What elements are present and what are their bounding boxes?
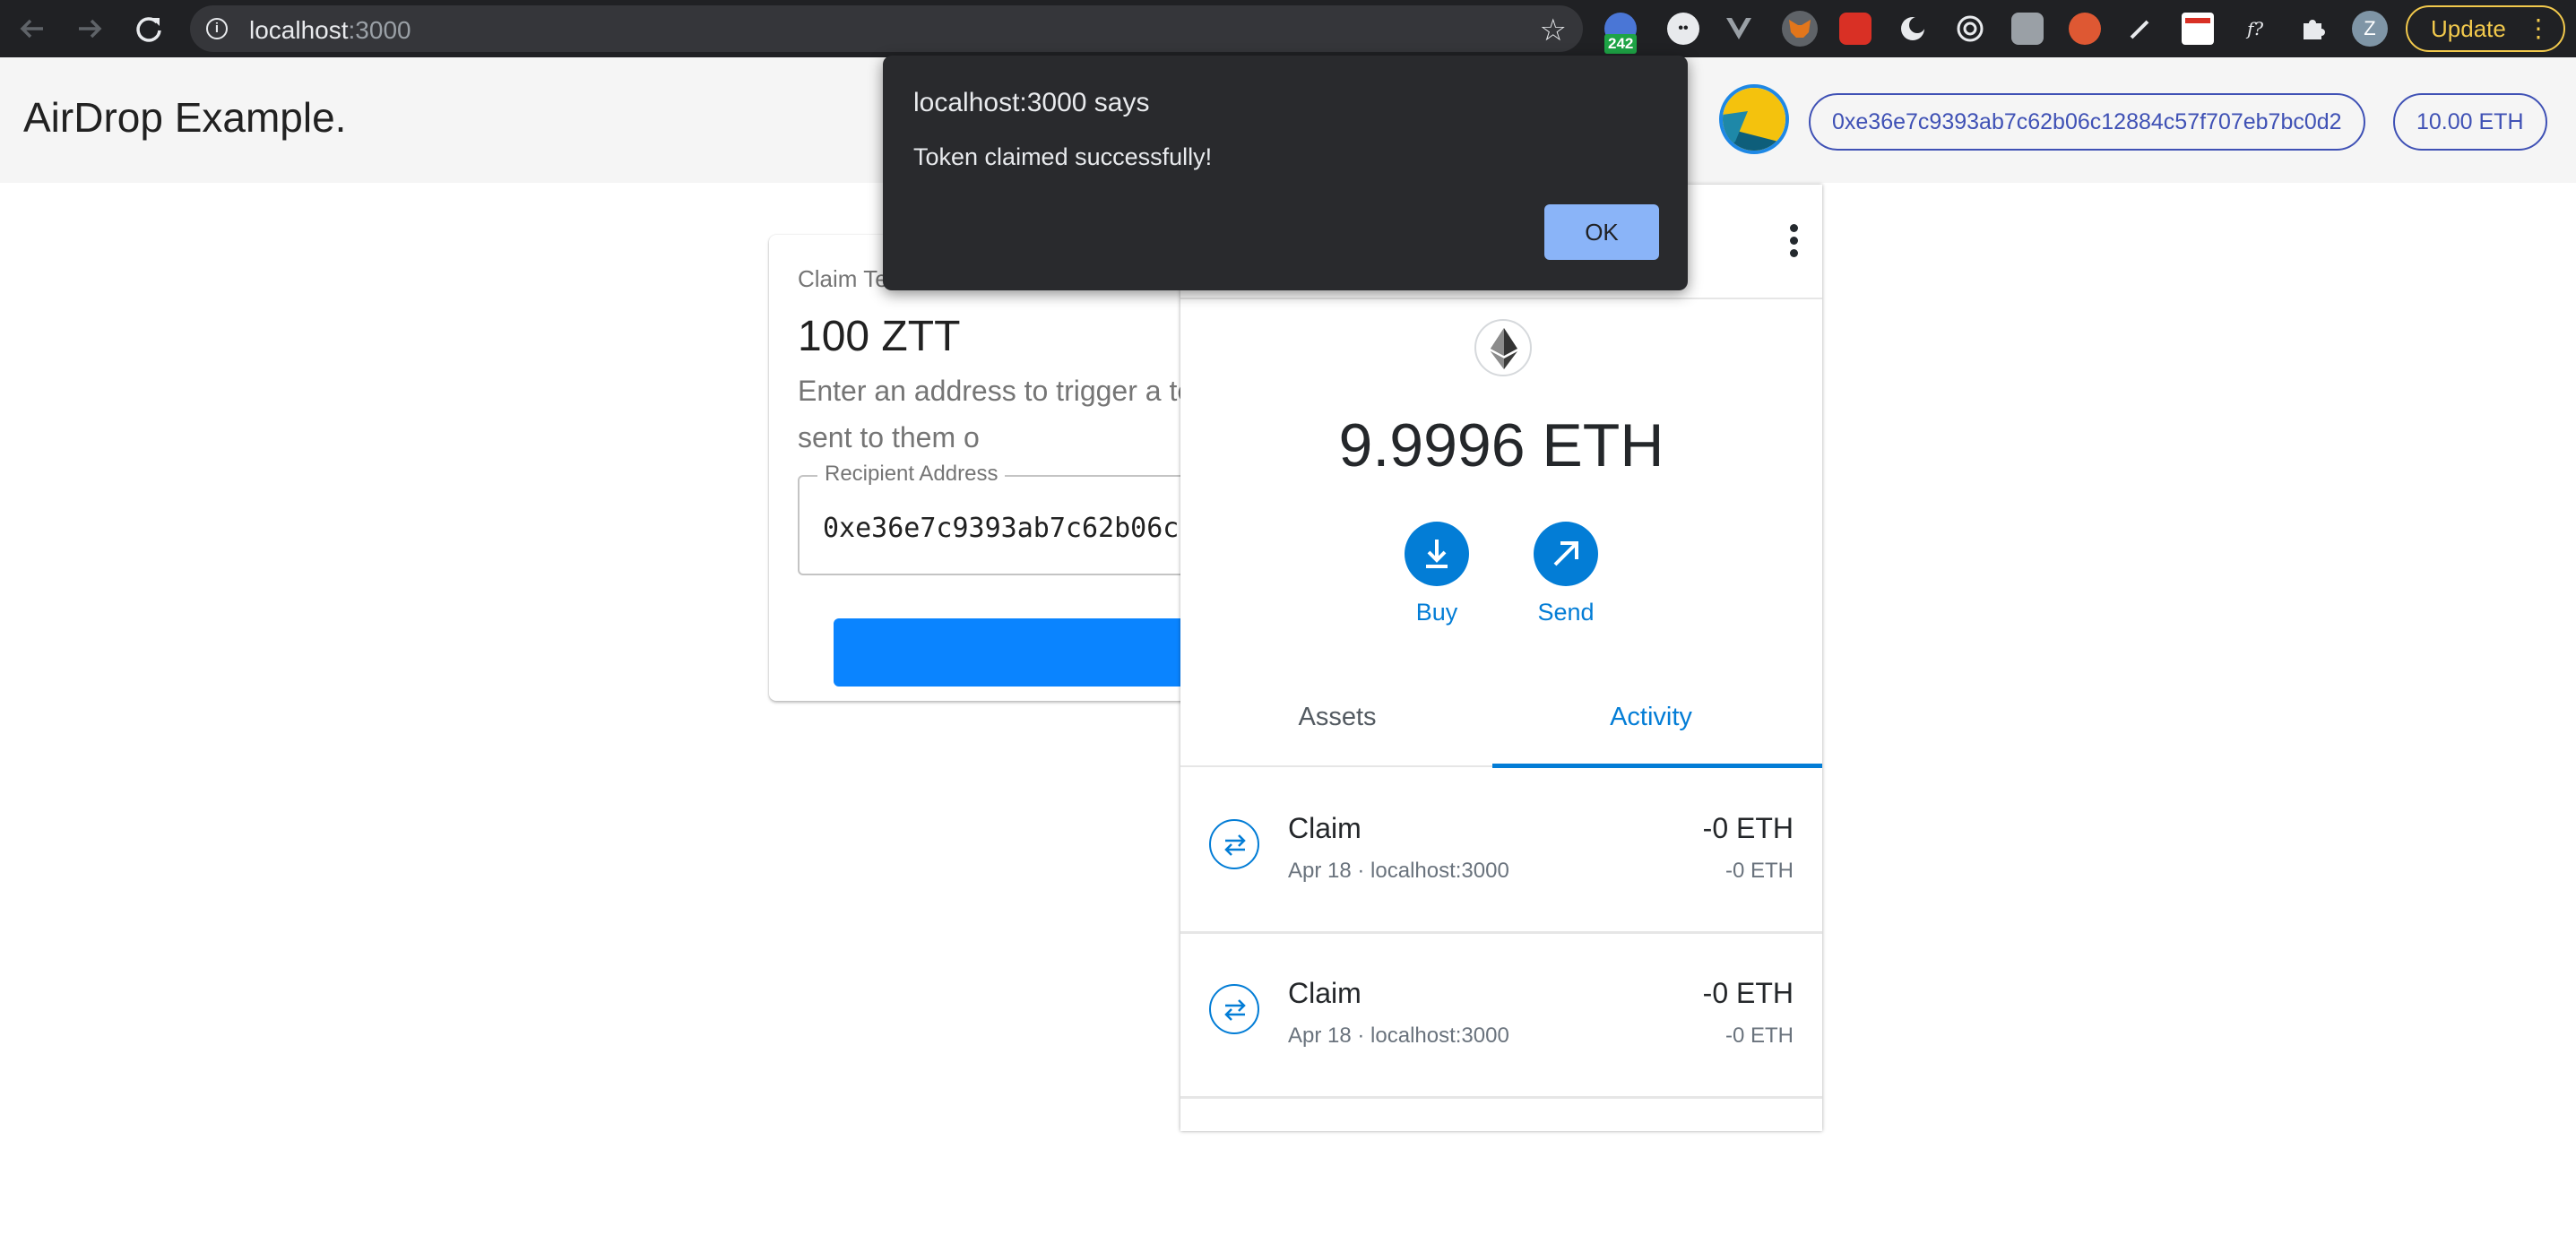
extensions-puzzle-icon[interactable] [2296,13,2329,45]
card-token-amount: 100 ZTT [798,313,961,360]
claim-submit-button[interactable] [834,618,1235,687]
buy-label[interactable]: Buy [1383,599,1491,626]
activity-amount: -0 ETH [1702,812,1794,844]
account-avatar[interactable] [1719,84,1789,154]
extension-duckduckgo-icon[interactable] [2069,13,2101,45]
address-bar-url: localhost:3000 [249,16,411,45]
update-button[interactable]: Update ⋮ [2406,5,2565,52]
divider [1180,298,1822,299]
recipient-address-field[interactable]: Recipient Address 0xe36e7c9393ab7c62b06c… [798,462,1235,575]
send-button[interactable] [1534,522,1598,586]
extension-bug-icon[interactable] [1839,13,1871,45]
extension-function-icon[interactable]: f? [2239,13,2271,45]
tab-assets[interactable]: Assets [1180,703,1494,732]
more-vert-icon[interactable]: ⋮ [2526,7,2551,50]
card-description: Enter an address to trigger a test token… [798,375,1235,453]
metamask-popup: 9.9996 ETH Buy Send Assets Activity Clai… [1180,185,1822,1131]
send-arrow-icon [1553,541,1578,566]
app-title: AirDrop Example. [23,94,347,141]
account-balance-chip[interactable]: 10.00 ETH [2393,93,2547,151]
tab-activity[interactable]: Activity [1494,703,1808,732]
address-bar[interactable]: i localhost:3000 ☆ [190,5,1583,52]
dialog-ok-button[interactable]: OK [1544,204,1659,260]
screen: i localhost:3000 ☆ 242 •• f? Z Update ⋮ … [0,0,2576,1235]
profile-avatar[interactable]: Z [2352,11,2388,47]
alert-dialog: localhost:3000 says Token claimed succes… [883,56,1688,290]
url-port: :3000 [348,16,411,44]
send-label[interactable]: Send [1512,599,1620,626]
wallet-balance: 9.9996 ETH [1338,411,1664,479]
interaction-swap-icon [1209,984,1259,1034]
extension-calendar-icon[interactable] [2182,13,2214,45]
extension-metamask-fox-icon[interactable] [1782,11,1818,47]
activity-amount-secondary: -0 ETH [1725,859,1794,883]
activity-row[interactable]: Claim Apr 18 · localhost:3000 -0 ETH -0 … [1180,934,1822,1099]
extension-target-icon[interactable] [1954,13,1986,45]
ethereum-icon [1474,319,1532,376]
update-button-label: Update [2431,15,2506,42]
extension-kanji-icon[interactable] [2011,13,2044,45]
activity-row[interactable]: Claim Apr 18 · localhost:3000 -0 ETH -0 … [1180,769,1822,934]
activity-subtitle: Apr 18 · localhost:3000 [1288,1023,1509,1048]
download-icon [1426,540,1448,568]
extension-pen-icon[interactable] [2124,13,2157,45]
dialog-message: Token claimed successfully! [913,143,1213,170]
account-identicon-icon [1723,88,1785,151]
tab-active-indicator [1492,764,1822,768]
extension-vue-icon[interactable] [1723,13,1755,45]
bookmark-star-icon[interactable]: ☆ [1540,13,1567,48]
activity-amount: -0 ETH [1702,977,1794,1009]
account-options-icon[interactable] [1790,224,1801,260]
browser-toolbar: i localhost:3000 ☆ 242 •• f? Z Update ⋮ [0,0,2576,57]
dialog-title: localhost:3000 says [913,88,1150,117]
activity-amount-secondary: -0 ETH [1725,1023,1794,1048]
activity-title: Claim [1288,812,1361,844]
claim-card: Claim Test Token 100 ZTT Enter an addres… [769,235,1235,701]
url-host: localhost [249,16,349,44]
buy-button[interactable] [1405,522,1469,586]
recipient-address-value[interactable]: 0xe36e7c9393ab7c62b06c12884c57f707eb7bc0… [823,513,1235,544]
interaction-swap-icon [1209,819,1259,869]
activity-title: Claim [1288,977,1361,1009]
extension-face-icon[interactable]: •• [1667,13,1699,45]
reload-icon[interactable] [129,9,169,48]
info-icon[interactable]: i [206,18,228,39]
extension-moon-icon[interactable] [1897,13,1929,45]
activity-subtitle: Apr 18 · localhost:3000 [1288,859,1509,883]
extension-badge: 242 [1604,34,1638,54]
back-icon[interactable] [13,9,52,48]
account-address-chip[interactable]: 0xe36e7c9393ab7c62b06c12884c57f707eb7bc0… [1809,93,2365,151]
forward-icon[interactable] [70,9,109,48]
recipient-address-label: Recipient Address [817,462,1006,487]
